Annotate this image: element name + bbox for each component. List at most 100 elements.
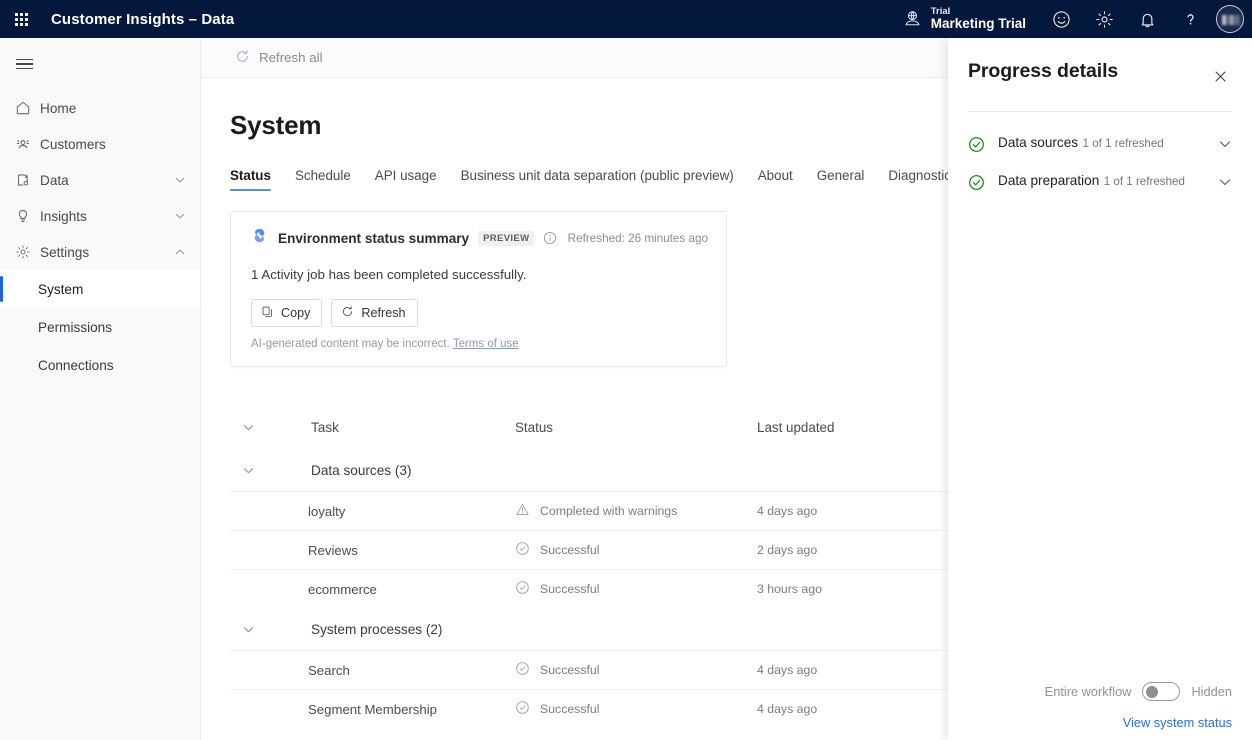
left-navigation: Home Customers [0, 38, 201, 740]
tab-label: Status [230, 168, 271, 183]
collapse-all-chevron-icon[interactable] [230, 421, 266, 434]
panel-footer: Entire workflow Hidden View system statu… [948, 682, 1252, 740]
tab-general[interactable]: General [805, 168, 877, 191]
copy-label: Copy [281, 306, 310, 320]
sidebar-item-insights[interactable]: Insights [0, 198, 200, 234]
task-status: Successful [515, 580, 757, 598]
tab-about[interactable]: About [746, 168, 805, 191]
app-root: Customer Insights – Data Trial Marketing… [0, 0, 1252, 740]
progress-item-data-preparation[interactable]: Data preparation 1 of 1 refreshed [968, 164, 1232, 202]
table-row[interactable]: ecommerce Successful 3 hours ago [230, 569, 975, 608]
table-row[interactable]: loyalty Completed with warnings 4 days a… [230, 491, 975, 530]
environment-status-summary-card: Environment status summary PREVIEW Refre… [230, 211, 727, 367]
ai-card-summary-text: 1 Activity job has been completed succes… [251, 267, 708, 282]
chevron-down-icon[interactable] [1218, 175, 1232, 189]
tab-label: Business unit data separation (public pr… [461, 168, 734, 183]
column-header-task: Task [266, 420, 515, 435]
entire-workflow-toggle[interactable] [1142, 682, 1180, 701]
table-group-row[interactable]: Data preparation (9) [230, 728, 975, 740]
task-last-updated: 4 days ago [757, 702, 817, 716]
table-row[interactable]: Reviews Successful 2 days ago [230, 530, 975, 569]
chevron-down-icon[interactable] [174, 210, 186, 222]
chevron-up-icon[interactable] [174, 246, 186, 258]
copy-icon [261, 305, 274, 321]
settings-gear-icon[interactable] [1083, 0, 1126, 38]
sidebar-subitem-label: Connections [38, 358, 114, 373]
task-status: Successful [515, 700, 757, 718]
view-system-status-link[interactable]: View system status [968, 715, 1232, 730]
nav-collapse-hamburger-icon[interactable] [0, 44, 48, 84]
sidebar-item-connections[interactable]: Connections [0, 346, 200, 384]
ai-card-title: Environment status summary [278, 231, 469, 246]
warning-triangle-icon [515, 502, 530, 520]
sidebar-item-label: Insights [40, 209, 87, 224]
tab-business-unit-data-separation[interactable]: Business unit data separation (public pr… [449, 168, 746, 191]
task-name: Search [266, 663, 515, 678]
table-row[interactable]: Segment Membership Successful 4 days ago [230, 689, 975, 728]
account-avatar[interactable] [1216, 5, 1244, 33]
task-status-label: Successful [540, 663, 599, 677]
app-launcher-waffle-icon[interactable] [0, 0, 42, 38]
check-circle-icon [968, 136, 986, 158]
task-status-label: Successful [540, 702, 599, 716]
table-group-row[interactable]: Data sources (3) [230, 449, 975, 491]
table-header-row: Task Status Last updated [230, 405, 975, 449]
copy-button[interactable]: Copy [251, 299, 322, 327]
group-chevron-icon[interactable] [230, 623, 266, 636]
entire-workflow-label: Entire workflow [1045, 684, 1132, 699]
close-icon[interactable] [1206, 62, 1234, 90]
sidebar-item-permissions[interactable]: Permissions [0, 308, 200, 346]
group-chevron-icon[interactable] [230, 464, 266, 477]
sidebar-item-system[interactable]: System [0, 270, 200, 308]
tab-schedule[interactable]: Schedule [283, 168, 363, 191]
refresh-circular-arrow-icon [341, 305, 354, 321]
table-row[interactable]: Search Successful 4 days ago [230, 650, 975, 689]
chevron-down-icon[interactable] [1218, 137, 1232, 151]
data-icon [10, 172, 36, 188]
preview-badge: PREVIEW [478, 231, 534, 246]
terms-of-use-link[interactable]: Terms of use [453, 338, 519, 350]
sidebar-item-home[interactable]: Home [0, 90, 200, 126]
sidebar-subitem-label: Permissions [38, 320, 112, 335]
info-circle-icon[interactable] [543, 231, 557, 245]
tenant-indicator[interactable]: Trial Marketing Trial [903, 7, 1040, 31]
panel-header: Progress details [948, 38, 1252, 90]
sidebar-item-customers[interactable]: Customers [0, 126, 200, 162]
tab-status[interactable]: Status [230, 168, 283, 191]
progress-details-panel: Progress details Data sources 1 of 1 ref… [948, 38, 1252, 740]
tab-label: API usage [375, 168, 437, 183]
sidebar-item-label: Settings [40, 245, 89, 260]
chevron-down-icon[interactable] [174, 174, 186, 186]
sidebar-item-settings[interactable]: Settings [0, 234, 200, 270]
refresh-circular-arrow-icon [235, 49, 250, 67]
progress-item-subtext: 1 of 1 refreshed [1083, 137, 1164, 150]
check-circle-icon [515, 580, 530, 598]
table-group-row[interactable]: System processes (2) [230, 608, 975, 650]
check-circle-icon [515, 541, 530, 559]
help-question-icon[interactable] [1169, 0, 1212, 38]
insights-bulb-icon [10, 208, 36, 224]
sidebar-item-label: Home [40, 101, 76, 116]
tab-api-usage[interactable]: API usage [363, 168, 449, 191]
progress-item-name: Data sources [998, 135, 1078, 150]
group-label: Data sources (3) [266, 463, 515, 478]
progress-item-data-sources[interactable]: Data sources 1 of 1 refreshed [968, 126, 1232, 164]
sidebar-subitem-label: System [38, 282, 83, 297]
suite-header: Customer Insights – Data Trial Marketing… [0, 0, 1252, 38]
task-last-updated: 4 days ago [757, 663, 817, 677]
ai-disclaimer-text: AI-generated content may be incorrect. [251, 338, 450, 350]
tab-label: General [817, 168, 865, 183]
customers-icon [10, 136, 36, 152]
sidebar-item-data[interactable]: Data [0, 162, 200, 198]
refresh-button[interactable]: Refresh [331, 299, 417, 327]
refresh-all-button[interactable]: Refresh all [229, 45, 329, 71]
check-circle-icon [515, 661, 530, 679]
task-status-label: Successful [540, 543, 599, 557]
task-name: ecommerce [266, 582, 515, 597]
progress-item-name: Data preparation [998, 173, 1099, 188]
ai-card-header: Environment status summary PREVIEW Refre… [251, 227, 708, 249]
notifications-bell-icon[interactable] [1126, 0, 1169, 38]
tab-label: Diagnostic [888, 168, 951, 183]
tab-label: About [758, 168, 793, 183]
feedback-smiley-icon[interactable] [1040, 0, 1083, 38]
